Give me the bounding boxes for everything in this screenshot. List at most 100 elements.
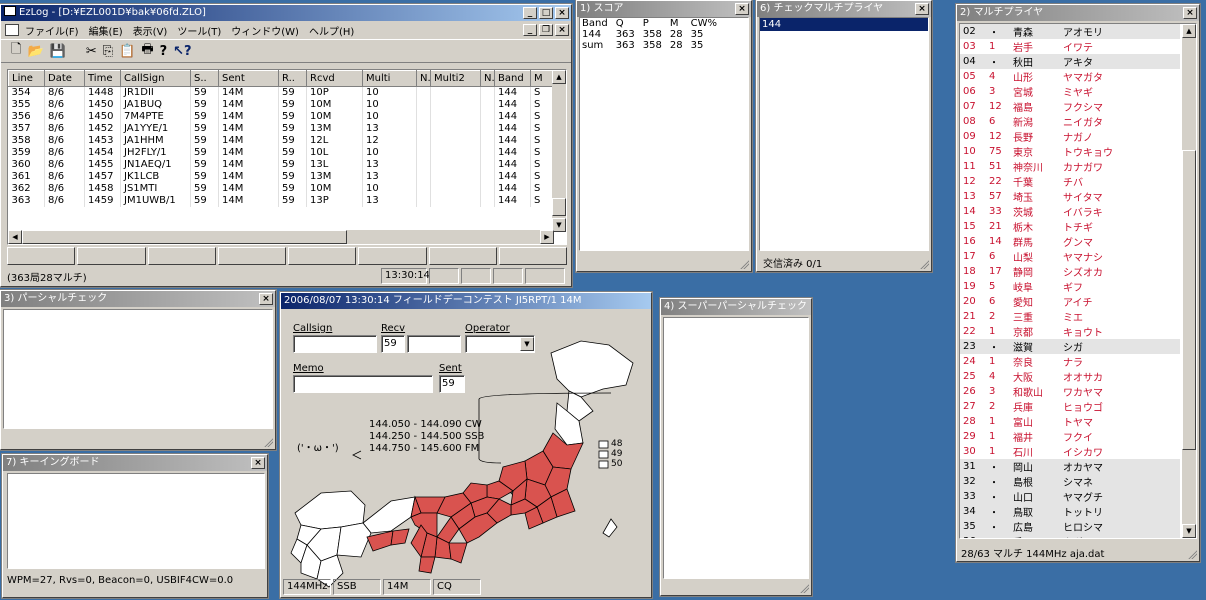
check-title-bar[interactable]: 6) チェックマルチプライヤ ×: [757, 1, 931, 17]
multi-row[interactable]: 33 ・ 山口 ヤマグチ: [960, 489, 1180, 504]
column-header[interactable]: Time: [84, 70, 121, 87]
partial-close-button[interactable]: ×: [259, 293, 273, 305]
log-row[interactable]: 362 8/6 1458 JS1MTI 59 14M 59 10M 10 144 S: [8, 182, 555, 195]
column-header[interactable]: N.: [480, 70, 495, 87]
resize-grip[interactable]: [919, 259, 929, 269]
log-row[interactable]: 358 8/6 1453 JA1HHM 59 14M 59 12L 12 144 S: [8, 134, 555, 147]
func-button[interactable]: [428, 247, 497, 265]
super-title-bar[interactable]: 4) スーパーパーシャルチェック: [661, 299, 811, 315]
resize-grip[interactable]: [739, 259, 749, 269]
log-row[interactable]: 361 8/6 1457 JK1LCB 59 14M 59 13M 13 144 S: [8, 170, 555, 183]
maximize-button[interactable]: □: [539, 7, 553, 19]
multi-vscrollbar[interactable]: ▲ ▼: [1182, 24, 1196, 538]
resize-grip[interactable]: [263, 437, 273, 447]
multi-row[interactable]: 06 3 宮城 ミヤギ: [960, 84, 1180, 99]
paste-icon[interactable]: 📋: [119, 44, 135, 59]
multi-row[interactable]: 10 75 東京 トウキョウ: [960, 144, 1180, 159]
score-close-button[interactable]: ×: [735, 3, 749, 15]
multi-row[interactable]: 14 33 茨城 イバラキ: [960, 204, 1180, 219]
multi-row[interactable]: 27 2 兵庫 ヒョウゴ: [960, 399, 1180, 414]
child-close-button[interactable]: ×: [555, 24, 569, 36]
column-header[interactable]: S..: [190, 70, 219, 87]
context-help-icon[interactable]: ↖?: [173, 44, 191, 59]
column-header[interactable]: Multi2: [430, 70, 481, 87]
multi-row[interactable]: 34 ・ 鳥取 トットリ: [960, 504, 1180, 519]
main-title-bar[interactable]: EzLog - [D:¥EZL001D¥bak¥06fd.ZLO] _ □ ×: [1, 5, 571, 21]
multi-row[interactable]: 31 ・ 岡山 オカヤマ: [960, 459, 1180, 474]
column-header[interactable]: R..: [278, 70, 307, 87]
print-icon[interactable]: 🖶: [141, 40, 153, 62]
func-button[interactable]: [77, 247, 146, 265]
scroll-right-button[interactable]: ▶: [540, 230, 554, 244]
keying-pane[interactable]: [7, 473, 265, 569]
scroll-down-button[interactable]: ▼: [552, 218, 566, 232]
multi-scroll-up[interactable]: ▲: [1182, 24, 1196, 38]
func-button[interactable]: [7, 247, 76, 265]
resize-grip[interactable]: [1187, 549, 1197, 559]
multi-row[interactable]: 35 ・ 広島 ヒロシマ: [960, 519, 1180, 534]
column-header[interactable]: Multi: [362, 70, 417, 87]
column-header[interactable]: Sent: [218, 70, 279, 87]
partial-title-bar[interactable]: 3) パーシャルチェック ×: [1, 291, 275, 307]
multi-row[interactable]: 13 57 埼玉 サイタマ: [960, 189, 1180, 204]
multi-row[interactable]: 07 12 福島 フクシマ: [960, 99, 1180, 114]
multi-row[interactable]: 03 1 岩手 イワテ: [960, 39, 1180, 54]
hscroll-thumb[interactable]: [22, 230, 347, 244]
log-vscrollbar[interactable]: ▲ ▼: [552, 70, 566, 232]
copy-icon[interactable]: ⎘: [103, 44, 113, 59]
menu-help[interactable]: ヘルプ(H): [309, 23, 354, 38]
log-row[interactable]: 354 8/6 1448 JR1DII 59 14M 59 10P 10 144 S: [8, 86, 555, 99]
multi-row[interactable]: 32 ・ 島根 シマネ: [960, 474, 1180, 489]
multi-row[interactable]: 26 3 和歌山 ワカヤマ: [960, 384, 1180, 399]
multi-row[interactable]: 04 ・ 秋田 アキタ: [960, 54, 1180, 69]
multi-row[interactable]: 08 6 新潟 ニイガタ: [960, 114, 1180, 129]
multi-title-bar[interactable]: 2) マルチプライヤ ×: [957, 5, 1199, 21]
func-button[interactable]: [217, 247, 286, 265]
multi-scroll-down[interactable]: ▼: [1182, 524, 1196, 538]
multi-scroll-thumb[interactable]: [1182, 150, 1196, 450]
cut-icon[interactable]: ✂: [86, 44, 97, 59]
column-header[interactable]: Rcvd: [306, 70, 363, 87]
column-header[interactable]: Band: [494, 70, 531, 87]
score-title-bar[interactable]: 1) スコア ×: [577, 1, 751, 17]
multi-row[interactable]: 12 22 千葉 チバ: [960, 174, 1180, 189]
multi-row[interactable]: 30 1 石川 イシカワ: [960, 444, 1180, 459]
multi-row[interactable]: 02 ・ 青森 アオモリ: [960, 24, 1180, 39]
check-close-button[interactable]: ×: [915, 3, 929, 15]
multi-row[interactable]: 23 ・ 滋賀 シガ: [960, 339, 1180, 354]
multi-row[interactable]: 21 2 三重 ミエ: [960, 309, 1180, 324]
keying-title-bar[interactable]: 7) キーイングボード ×: [3, 455, 267, 471]
log-row[interactable]: 363 8/6 1459 JM1UWB/1 59 14M 59 13P 13 144 S: [8, 194, 555, 207]
menu-file[interactable]: ファイル(F): [25, 23, 79, 38]
scroll-left-button[interactable]: ◀: [8, 230, 22, 244]
multi-row[interactable]: 09 12 長野 ナガノ: [960, 129, 1180, 144]
multi-row[interactable]: 16 14 群馬 グンマ: [960, 234, 1180, 249]
keying-close-button[interactable]: ×: [251, 457, 265, 469]
multi-row[interactable]: 29 1 福井 フクイ: [960, 429, 1180, 444]
multi-row[interactable]: 15 21 栃木 トチギ: [960, 219, 1180, 234]
log-row[interactable]: 356 8/6 1450 7M4PTE 59 14M 59 10M 10 144 S: [8, 110, 555, 123]
child-restore-button[interactable]: ❐: [539, 24, 553, 36]
multi-row[interactable]: 36・香川カガワ: [960, 534, 1180, 538]
column-header[interactable]: M: [530, 70, 555, 87]
func-button[interactable]: [147, 247, 216, 265]
log-row[interactable]: 359 8/6 1454 JH2FLY/1 59 14M 59 10L 10 144 S: [8, 146, 555, 159]
save-icon[interactable]: 💾: [50, 44, 66, 59]
multi-row[interactable]: 28 1 富山 トヤマ: [960, 414, 1180, 429]
column-header[interactable]: Line: [8, 70, 45, 87]
multi-row[interactable]: 18 17 静岡 シズオカ: [960, 264, 1180, 279]
multi-row[interactable]: 11 51 神奈川 カナガワ: [960, 159, 1180, 174]
help-icon[interactable]: ?: [160, 44, 168, 59]
column-header[interactable]: Date: [44, 70, 85, 87]
menu-view[interactable]: 表示(V): [133, 23, 168, 38]
check-item[interactable]: 144: [760, 18, 928, 31]
child-minimize-button[interactable]: _: [523, 24, 537, 36]
multi-row[interactable]: 25 4 大阪 オオサカ: [960, 369, 1180, 384]
multi-row[interactable]: 20 6 愛知 アイチ: [960, 294, 1180, 309]
new-icon[interactable]: 🗋: [11, 40, 21, 62]
func-button[interactable]: [498, 247, 567, 265]
menu-edit[interactable]: 編集(E): [89, 23, 123, 38]
log-hscrollbar[interactable]: ◀ ▶: [8, 230, 554, 244]
func-button[interactable]: [288, 247, 357, 265]
log-row[interactable]: 357 8/6 1452 JA1YYE/1 59 14M 59 13M 13 144 S: [8, 122, 555, 135]
